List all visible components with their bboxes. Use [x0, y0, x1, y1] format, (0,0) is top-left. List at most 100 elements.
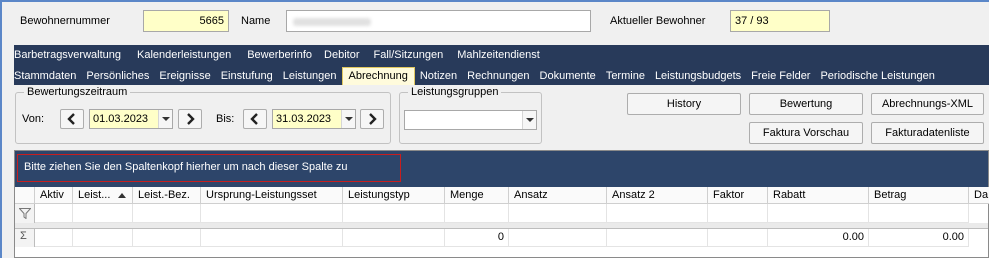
to-date-dropdown[interactable]	[341, 110, 355, 128]
name-field[interactable]	[286, 10, 591, 32]
tab-freie-felder[interactable]: Freie Felder	[746, 70, 815, 85]
redacted-name	[293, 18, 371, 26]
summary-cell-rabatt: 0.00	[768, 229, 869, 247]
from-date-field[interactable]: 01.03.2023	[89, 109, 173, 129]
filter-icon	[19, 208, 31, 219]
tab-abrechnung[interactable]: Abrechnung	[341, 67, 415, 85]
chevron-right-icon	[369, 113, 377, 125]
column-header-ansatz[interactable]: Ansatz	[509, 187, 607, 204]
name-label: Name	[241, 15, 271, 27]
abrechnungs-xml-button[interactable]: Abrechnungs-XML	[871, 93, 984, 115]
resident-number-label: Bewohnernummer	[20, 15, 110, 27]
service-groups-title: Leistungsgruppen	[408, 86, 502, 98]
filter-cell-betrag[interactable]	[869, 204, 969, 223]
summary-cell-ansatz	[509, 229, 607, 247]
summary-cell-menge: 0	[445, 229, 509, 247]
chevron-left-icon	[67, 113, 75, 125]
filter-cell-rabatt[interactable]	[768, 204, 869, 223]
group-by-panel[interactable]: Bitte ziehen Sie den Spaltenkopf hierher…	[15, 151, 988, 198]
from-next-button[interactable]	[178, 109, 202, 129]
summary-row-gutter: Σ	[15, 229, 35, 247]
tab-persoenliches[interactable]: Persönliches	[81, 70, 154, 85]
period-group-title: Bewertungszeitraum	[24, 86, 131, 98]
chevron-down-icon	[162, 117, 170, 121]
from-date-dropdown[interactable]	[158, 110, 172, 128]
filter-cell-ansatz-2[interactable]	[607, 204, 708, 223]
to-label: Bis:	[216, 113, 235, 125]
to-prev-button[interactable]	[243, 109, 267, 129]
header-corner	[15, 187, 35, 204]
nav-item-barbetragsverwaltung[interactable]: Barbetragsverwaltung	[14, 49, 121, 63]
tab-rechnungen[interactable]: Rechnungen	[462, 70, 534, 85]
nav-item-mahlzeitendienst[interactable]: Mahlzeitendienst	[457, 49, 540, 63]
summary-cell-betrag: 0.00	[869, 229, 969, 247]
tab-periodische-leistungen[interactable]: Periodische Leistungen	[815, 70, 939, 85]
billing-grid: Bitte ziehen Sie den Spaltenkopf hierher…	[14, 150, 989, 258]
to-next-button[interactable]	[360, 109, 384, 129]
summary-cell-ursprung	[201, 229, 343, 247]
column-header-menge[interactable]: Menge	[445, 187, 509, 204]
tab-einstufung[interactable]: Einstufung	[216, 70, 278, 85]
column-header-faktor[interactable]: Faktor	[708, 187, 768, 204]
filter-cell-ursprung[interactable]	[201, 204, 343, 223]
column-header-betrag[interactable]: Betrag	[869, 187, 969, 204]
sum-icon: Σ	[20, 230, 27, 242]
current-resident-field[interactable]: 37 / 93	[730, 10, 830, 32]
nav-item-debitor[interactable]: Debitor	[324, 49, 359, 63]
chevron-right-icon	[187, 113, 195, 125]
filter-row-gutter	[15, 204, 35, 223]
tab-ereignisse[interactable]: Ereignisse	[154, 70, 215, 85]
chevron-down-icon	[526, 118, 534, 122]
nav-item-fall-sitzungen[interactable]: Fall/Sitzungen	[374, 49, 444, 63]
history-button[interactable]: History	[627, 93, 741, 115]
filter-cell-leist-bez[interactable]	[133, 204, 201, 223]
nav-item-kalenderleistungen[interactable]: Kalenderleistungen	[137, 49, 231, 63]
nav-item-bewerberinfo[interactable]: Bewerberinfo	[247, 49, 312, 63]
from-prev-button[interactable]	[60, 109, 84, 129]
summary-cell-ansatz-2	[607, 229, 708, 247]
column-header-ansatz-2[interactable]: Ansatz 2	[607, 187, 708, 204]
group-by-hint: Bitte ziehen Sie den Spaltenkopf hierher…	[17, 154, 401, 198]
bewertung-button[interactable]: Bewertung	[749, 93, 863, 115]
tab-leistungsbudgets[interactable]: Leistungsbudgets	[650, 70, 746, 85]
column-header-aktiv[interactable]: Aktiv	[35, 187, 73, 204]
column-header-ursprung-leistungsset[interactable]: Ursprung-Leistungsset	[201, 187, 343, 204]
from-label: Von:	[22, 113, 45, 125]
filter-cell-leist[interactable]	[73, 204, 133, 223]
from-date-value: 01.03.2023	[93, 113, 149, 125]
column-header-leist-bez[interactable]: Leist.-Bez.	[133, 187, 201, 204]
tab-stammdaten[interactable]: Stammdaten	[14, 70, 81, 85]
filter-cell-leistungstyp[interactable]	[343, 204, 445, 223]
service-groups-select[interactable]	[404, 110, 537, 130]
faktura-vorschau-button[interactable]: Faktura Vorschau	[749, 122, 863, 144]
filter-cell-faktor[interactable]	[708, 204, 768, 223]
nav-row-1: Barbetragsverwaltung Kalenderleistungen …	[14, 49, 551, 63]
column-header-leistungstyp[interactable]: Leistungstyp	[343, 187, 445, 204]
filter-cell-ansatz[interactable]	[509, 204, 607, 223]
service-groups-dropdown[interactable]	[522, 111, 536, 129]
current-resident-label: Aktueller Bewohner	[610, 15, 706, 27]
column-header-leist[interactable]: Leist...	[73, 187, 133, 204]
summary-cell-leist	[73, 229, 133, 247]
column-header-leist-label: Leist...	[78, 189, 111, 201]
tab-dokumente[interactable]: Dokumente	[535, 70, 601, 85]
fakturadatenliste-button[interactable]: Fakturadatenliste	[871, 122, 984, 144]
to-date-value: 31.03.2023	[276, 113, 332, 125]
column-header-rabatt[interactable]: Rabatt	[768, 187, 869, 204]
summary-cell-faktor	[708, 229, 768, 247]
chevron-left-icon	[250, 113, 258, 125]
summary-cell-aktiv	[35, 229, 73, 247]
summary-cell-leist-bez	[133, 229, 201, 247]
filter-cell-aktiv[interactable]	[35, 204, 73, 223]
filter-cell-menge[interactable]	[445, 204, 509, 223]
resident-number-field[interactable]: 5665	[143, 10, 229, 32]
column-header-da[interactable]: Da	[969, 187, 989, 204]
chevron-down-icon	[345, 117, 353, 121]
to-date-field[interactable]: 31.03.2023	[272, 109, 356, 129]
summary-cell-leistungstyp	[343, 229, 445, 247]
nav-row-2: Stammdaten Persönliches Ereignisse Einst…	[14, 65, 940, 85]
sort-ascending-icon	[118, 193, 126, 198]
tab-notizen[interactable]: Notizen	[415, 70, 462, 85]
tab-leistungen[interactable]: Leistungen	[278, 70, 342, 85]
tab-termine[interactable]: Termine	[601, 70, 650, 85]
